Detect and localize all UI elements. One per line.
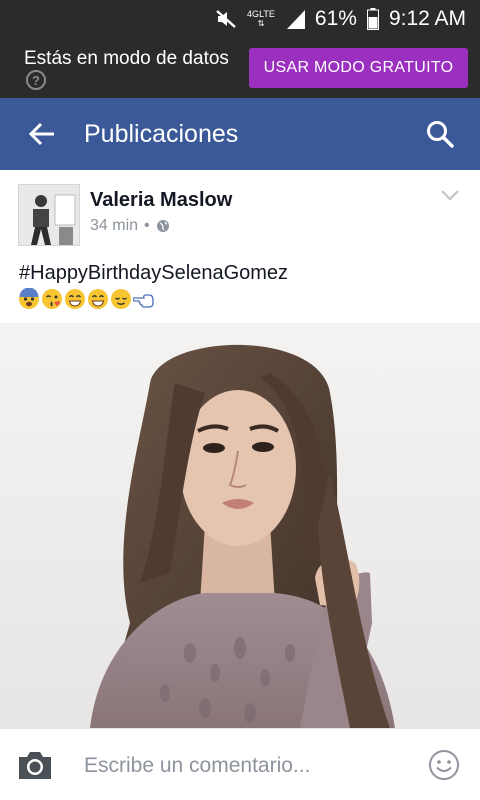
back-arrow-icon[interactable] — [28, 120, 56, 148]
smiley-icon[interactable] — [428, 749, 460, 781]
emoji-row — [18, 288, 155, 310]
network-type: 4G — [247, 9, 260, 19]
grinning-face-icon — [65, 289, 85, 309]
globe-icon — [156, 220, 169, 232]
face-blowing-kiss-icon — [42, 289, 62, 309]
mute-icon — [216, 10, 236, 28]
network-subtype: LTE — [259, 9, 275, 19]
page-title: Publicaciones — [84, 120, 239, 148]
post-meta: 34 min • — [90, 217, 170, 235]
chevron-down-icon[interactable] — [440, 188, 460, 202]
comment-bar — [0, 728, 480, 800]
pointing-left-hand-icon — [133, 294, 154, 308]
app-bar: Publicaciones — [0, 98, 480, 170]
network-4g-icon: 4GLTE ⇅ — [247, 9, 275, 29]
battery-percent: 61% — [314, 7, 357, 30]
relieved-face-icon — [111, 289, 131, 309]
post-time[interactable]: 34 min — [90, 217, 138, 235]
avatar-image — [19, 185, 79, 245]
signal-icon — [286, 10, 305, 29]
clock: 9:12 AM — [388, 7, 466, 30]
grinning-face-icon — [88, 289, 108, 309]
post-photo[interactable] — [0, 323, 480, 728]
data-mode-message: Estás en modo de datos — [24, 48, 229, 69]
comment-input[interactable] — [84, 749, 404, 783]
status-bar: 4GLTE ⇅ 61% 9:12 AM — [0, 0, 480, 38]
fearful-face-icon — [19, 288, 39, 309]
camera-icon[interactable] — [17, 749, 53, 781]
portrait-photo — [0, 323, 480, 728]
battery-icon — [366, 8, 379, 30]
help-icon[interactable]: ? — [26, 70, 46, 90]
status-icons: 4GLTE ⇅ 61% 9:12 AM — [215, 6, 466, 32]
author-name[interactable]: Valeria Maslow — [90, 189, 232, 212]
use-free-mode-button[interactable]: USAR MODO GRATUITO — [249, 48, 468, 88]
meta-separator: • — [144, 217, 150, 234]
avatar[interactable] — [18, 184, 80, 246]
search-icon[interactable] — [425, 119, 455, 149]
post-text[interactable]: #HappyBirthdaySelenaGomez — [19, 262, 288, 285]
